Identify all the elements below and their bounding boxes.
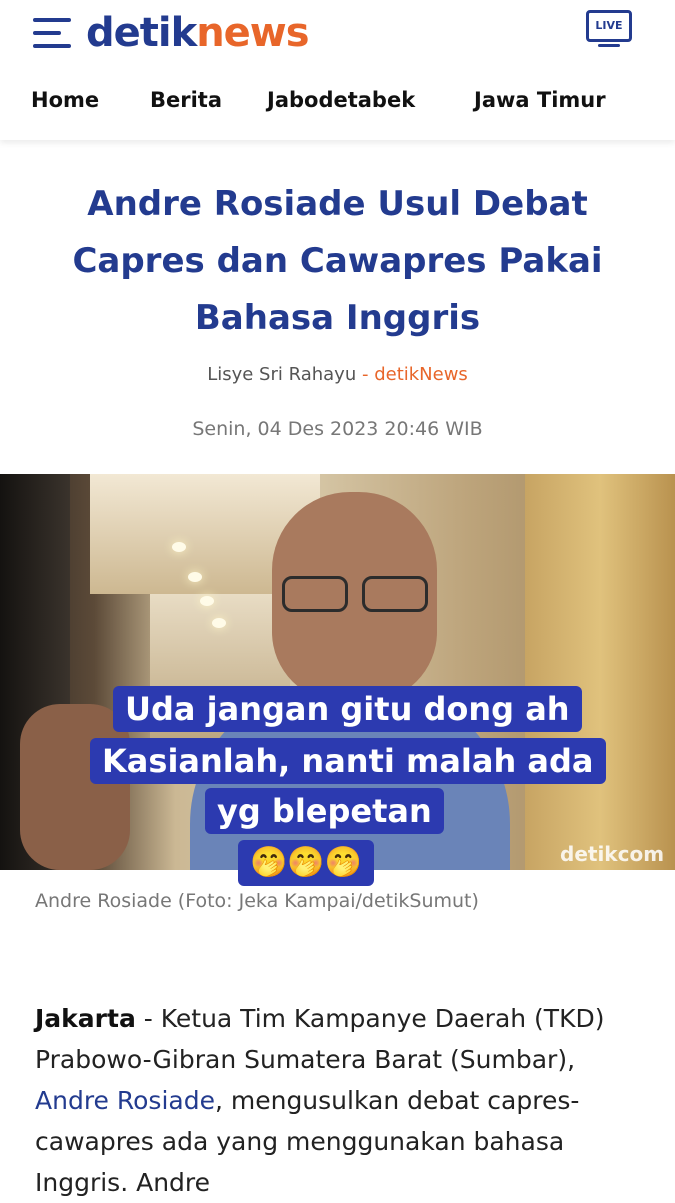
andre-rosiade-link[interactable]: Andre Rosiade bbox=[35, 1086, 215, 1115]
article-byline: Lisye Sri Rahayu - detikNews bbox=[207, 364, 468, 385]
nav-item-home[interactable]: Home bbox=[31, 88, 99, 112]
live-label: LIVE bbox=[586, 10, 632, 42]
live-tv-icon[interactable]: LIVE bbox=[586, 10, 632, 47]
nav-item-jawa-timur[interactable]: Jawa Timur bbox=[474, 88, 606, 112]
tiktok-handle: ♪@jass_721 bbox=[495, 868, 615, 892]
source-link[interactable]: detikNews bbox=[374, 364, 468, 385]
nav-item-jabodetabek[interactable]: Jabodetabek bbox=[267, 88, 415, 112]
nav-item-berita[interactable]: Berita bbox=[150, 88, 222, 112]
author-name: Lisye Sri Rahayu bbox=[207, 364, 357, 385]
main-nav: Home Berita Jabodetabek Jawa Timur bbox=[0, 80, 675, 124]
top-header: detiknews LIVE Home Berita Jabodetabek J… bbox=[0, 0, 675, 140]
article-headline: Andre Rosiade Usul Debat Capres dan Cawa… bbox=[72, 184, 603, 338]
dateline: Jakarta bbox=[35, 1004, 136, 1033]
menu-icon[interactable] bbox=[33, 18, 73, 50]
detiknews-logo[interactable]: detiknews bbox=[86, 8, 310, 58]
publish-date: Senin, 04 Des 2023 20:46 WIB bbox=[192, 418, 483, 440]
article-body: Jakarta - Ketua Tim Kampanye Daerah (TKD… bbox=[35, 1004, 605, 1197]
photo-watermark: detikcom bbox=[560, 842, 665, 866]
photo-caption: Andre Rosiade (Foto: Jeka Kampai/detikSu… bbox=[35, 890, 479, 912]
